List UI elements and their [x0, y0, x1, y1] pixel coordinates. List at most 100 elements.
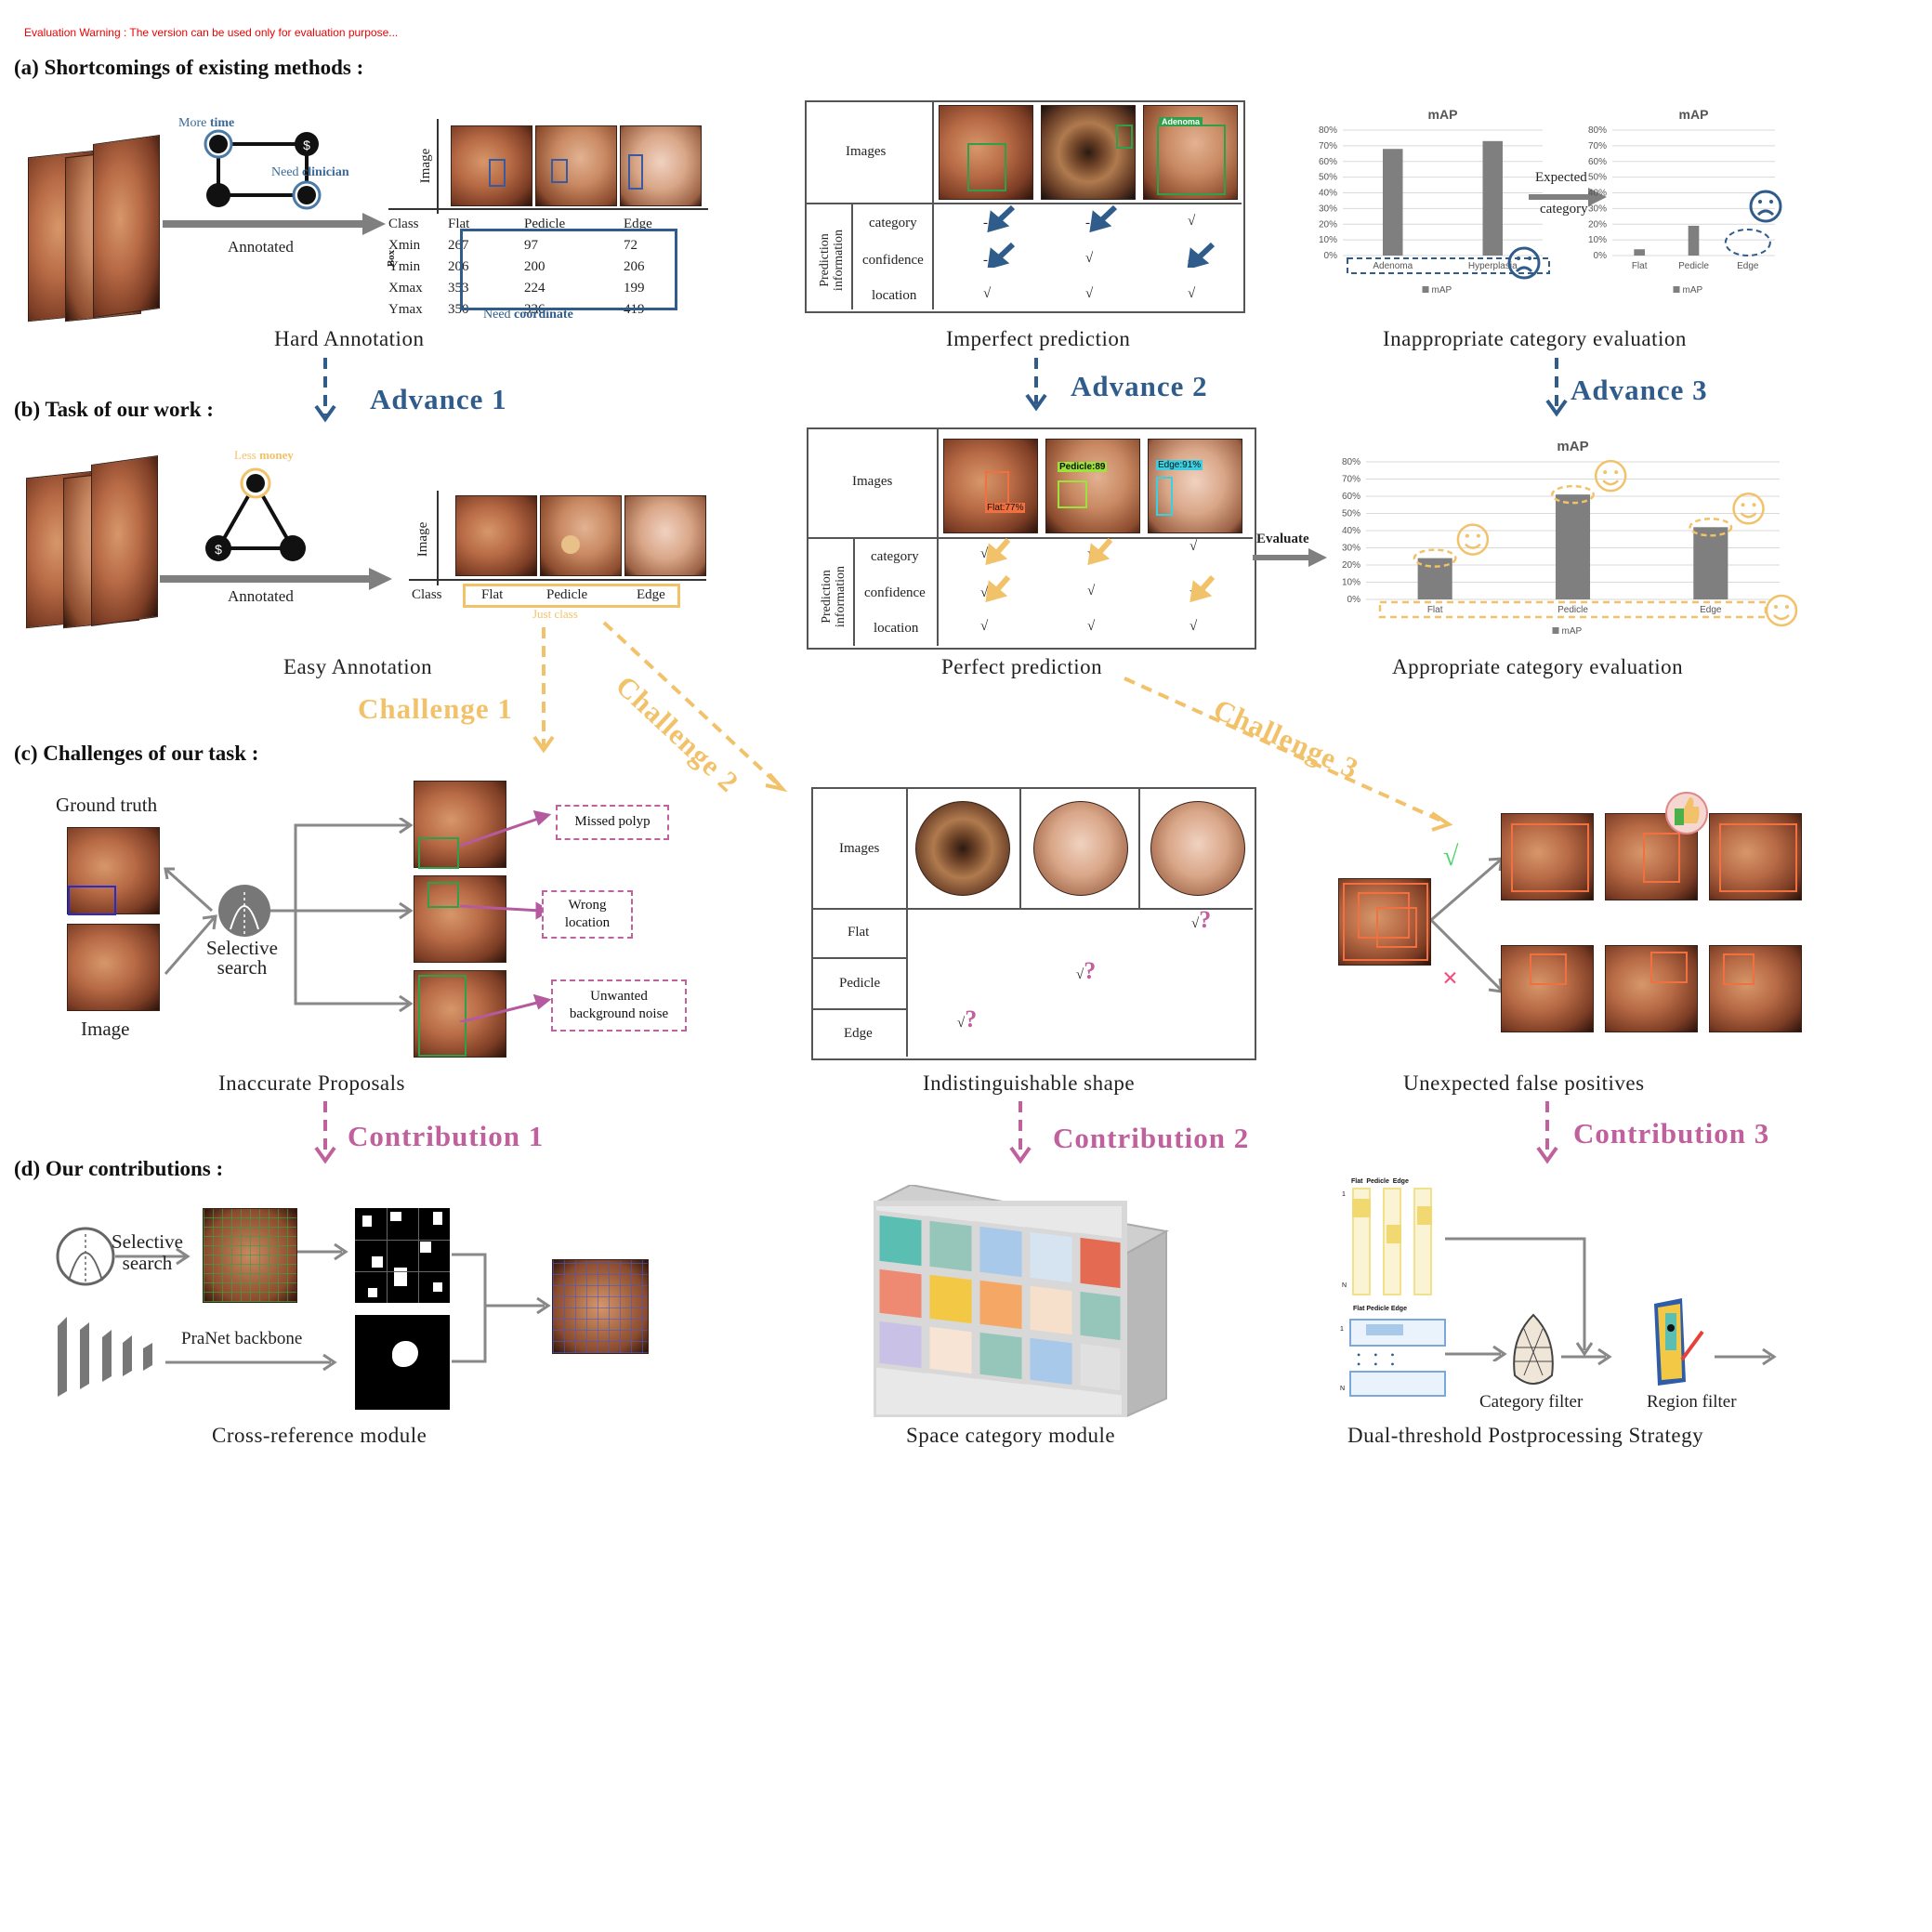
- y-tick-label: 70%: [1319, 141, 1337, 151]
- shape-image-3: [1150, 801, 1245, 896]
- smile-face-eye: [1614, 470, 1619, 475]
- advance-2-label: Advance 2: [1071, 370, 1208, 402]
- inappropriate-caption: Inappropriate category evaluation: [1383, 327, 1687, 350]
- y-tick-label: 80%: [1342, 457, 1360, 467]
- hard-annotation-caption: Hard Annotation: [274, 327, 425, 350]
- smile-face-outline: [1765, 594, 1798, 627]
- patch-mask: [355, 1208, 450, 1303]
- annotated-label-a: Annotated: [228, 238, 294, 256]
- imperfect-pred-info-label: Prediction information: [818, 229, 846, 292]
- category-filter-icon: [1513, 1313, 1554, 1385]
- imperfect-caption: Imperfect prediction: [946, 327, 1131, 350]
- y-tick-label: 0%: [1324, 251, 1338, 261]
- ground-truth-image: [67, 827, 160, 915]
- smile-face-icon: [1765, 594, 1798, 627]
- advance-1-label: Advance 1: [370, 383, 507, 415]
- missing-edge-highlight: [1724, 229, 1771, 256]
- easy-annotation-caption: Easy Annotation: [283, 655, 433, 678]
- imperfect-images-label: Images: [846, 144, 887, 159]
- annotated-arrow-a: [163, 213, 386, 235]
- smile-face-icon: [1594, 459, 1627, 493]
- perfect-image-2: Pedicle:89: [1045, 439, 1140, 533]
- fp-bottom-image-1: [1501, 945, 1594, 1032]
- imperfect-row-confidence: confidence: [862, 253, 924, 268]
- smile-face-eye: [1476, 533, 1480, 538]
- y-tick-label: 40%: [1588, 189, 1607, 199]
- y-tick-label: 50%: [1342, 509, 1360, 519]
- imp-mark: √: [1085, 286, 1094, 301]
- y-tick-label: 70%: [1342, 475, 1360, 485]
- expected-label: Expected: [1535, 170, 1587, 185]
- advance3-arrow: [1545, 358, 1568, 417]
- to-region-arrow: [1561, 1347, 1612, 1366]
- cost-triangle-diagram: $: [205, 467, 306, 561]
- evaluation-warning: Evaluation Warning : The version can be …: [24, 26, 399, 39]
- imperfect-blue-arrows: [987, 204, 1216, 268]
- hard-image-flat: [451, 125, 532, 206]
- pranet-backbone-label: PraNet backbone: [181, 1329, 303, 1348]
- smile-face-outline: [1732, 493, 1765, 525]
- imperfect-image-2: [1041, 105, 1136, 200]
- contribution3-arrow: [1536, 1101, 1558, 1164]
- check-icon: √: [1443, 841, 1459, 872]
- x-tick-label: Pedicle: [1678, 261, 1709, 271]
- grid-proposals-image: [203, 1208, 297, 1303]
- cross-reference-output-image: [552, 1259, 649, 1354]
- perfect-row-location: location: [874, 621, 919, 636]
- y-tick-label: 30%: [1588, 204, 1607, 214]
- proposal-arrows: [164, 818, 414, 1013]
- y-tick-label: 40%: [1319, 189, 1337, 199]
- fp-bottom-image-2: [1605, 945, 1698, 1032]
- legend-swatch: [1673, 286, 1680, 293]
- smile-face-eye: [1465, 533, 1469, 538]
- input-image: [67, 924, 160, 1011]
- image-axis-label-b: Image: [415, 521, 431, 558]
- chart-appropriate: mAP 0% 10% 20% 30% 40% 50% 60% 70% 80% Flat Pedicle…: [1342, 439, 1798, 637]
- shape-mark-flat: √?: [1191, 906, 1212, 933]
- merge-arrow: [452, 1253, 551, 1363]
- y-tick-label: 80%: [1588, 125, 1607, 136]
- perfect-pred-info-label: Prediction information: [820, 565, 848, 628]
- image-axis-label-a: Image: [418, 148, 434, 184]
- advance2-arrow: [1025, 358, 1047, 412]
- perfect-row-confidence: confidence: [864, 585, 926, 600]
- y-tick-label: 20%: [1588, 219, 1607, 230]
- y-tick-label: 30%: [1319, 204, 1337, 214]
- legend-label: mAP: [1683, 285, 1703, 296]
- ground-truth-label: Ground truth: [56, 794, 158, 816]
- evaluate-label: Evaluate: [1256, 532, 1309, 546]
- chart-title: mAP: [1557, 439, 1588, 454]
- score-matrix-blue: Flat Pedicle Edge 1 N ••• •••: [1338, 1306, 1450, 1408]
- imp-mark: √: [983, 286, 992, 301]
- dual-threshold-caption: Dual-threshold Postprocessing Strategy: [1347, 1424, 1704, 1447]
- advance1-arrow: [314, 358, 336, 423]
- class-edge: Edge: [637, 587, 665, 602]
- fp-bottom-image-3: [1709, 945, 1802, 1032]
- fp-input-image: [1338, 878, 1431, 966]
- backbone-layers-icon: [58, 1317, 152, 1397]
- annotated-label-b: Annotated: [228, 587, 294, 605]
- x-tick-label: Flat: [1632, 261, 1648, 271]
- y-tick-label: 20%: [1319, 219, 1337, 230]
- perf-mark: √: [1087, 619, 1096, 634]
- section-c-title: (c) Challenges of our task :: [14, 742, 259, 765]
- bar: [1693, 527, 1728, 599]
- image-label: Image: [81, 1018, 130, 1040]
- region-filter-icon: [1654, 1298, 1704, 1386]
- x-tick-label: Pedicle: [1557, 605, 1588, 615]
- need-coordinate-label: Need coordinate: [483, 308, 573, 322]
- easy-image-pedicle: [540, 495, 622, 576]
- perfect-image-1: Flat:77%: [943, 439, 1038, 533]
- class-label-b: Class: [412, 587, 442, 602]
- y-tick-label: 30%: [1342, 544, 1360, 554]
- false-positives-caption: Unexpected false positives: [1403, 1071, 1645, 1095]
- final-output-arrow: [1715, 1347, 1777, 1366]
- y-tick-label: 40%: [1342, 526, 1360, 536]
- x-tick-label: Adenoma: [1373, 261, 1413, 271]
- smile-face-outline: [1456, 523, 1490, 556]
- smile-face-outline: [1594, 459, 1627, 493]
- x-tick-label: Flat: [1427, 605, 1443, 615]
- wrong-location-box: Wrong location: [542, 890, 633, 939]
- legend-label: mAP: [1432, 285, 1452, 296]
- bar: [1688, 225, 1700, 256]
